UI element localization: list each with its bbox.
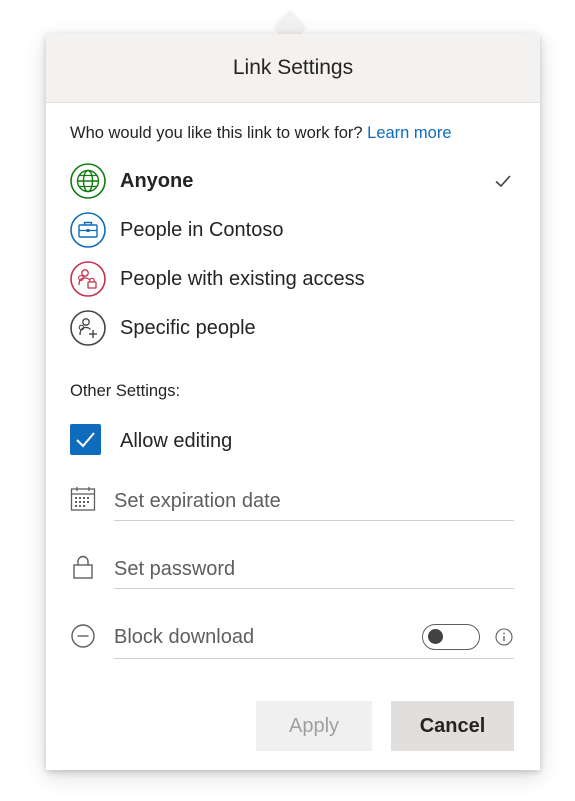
lock-icon <box>73 555 93 579</box>
people-lock-icon <box>70 261 106 297</box>
calendar-icon <box>70 487 96 511</box>
learn-more-link[interactable]: Learn more <box>367 124 451 142</box>
audience-prompt-text: Who would you like this link to work for… <box>70 124 363 142</box>
allow-editing-label: Allow editing <box>120 430 233 452</box>
option-existing-access-label: People with existing access <box>120 268 365 290</box>
people-add-icon <box>70 310 106 346</box>
option-anyone[interactable]: Anyone <box>70 162 516 200</box>
option-specific-people[interactable]: Specific people <box>70 309 516 347</box>
checkmark-icon <box>76 432 95 448</box>
block-icon <box>71 624 95 648</box>
option-people-in-org-label: People in Contoso <box>120 219 284 241</box>
globe-icon <box>70 163 106 199</box>
dialog-title: Link Settings <box>232 56 354 79</box>
checkbox-checked[interactable] <box>70 424 101 455</box>
allow-editing-checkbox[interactable]: Allow editing <box>70 424 370 458</box>
block-download-row: Block download <box>70 618 516 659</box>
apply-button[interactable]: Apply <box>256 701 372 751</box>
dialog-header: Link Settings <box>46 34 540 103</box>
expiration-date-input[interactable] <box>114 482 514 521</box>
briefcase-icon <box>70 212 106 248</box>
block-download-label: Block download <box>114 626 255 648</box>
cancel-button[interactable]: Cancel <box>391 701 514 751</box>
option-people-in-org[interactable]: People in Contoso <box>70 211 516 249</box>
checkmark-icon <box>495 175 511 188</box>
info-icon[interactable] <box>495 628 513 646</box>
option-anyone-label: Anyone <box>120 170 194 192</box>
option-specific-people-label: Specific people <box>120 317 256 339</box>
password-input[interactable] <box>114 550 514 589</box>
toggle-knob <box>428 629 443 644</box>
expiration-row <box>70 482 516 522</box>
other-settings-label: Other Settings: <box>70 382 181 400</box>
link-settings-dialog: Link Settings Who would you like this li… <box>46 34 540 770</box>
block-download-divider <box>114 658 514 659</box>
block-download-toggle[interactable] <box>422 624 480 650</box>
audience-prompt: Who would you like this link to work for… <box>70 124 452 143</box>
password-row <box>70 550 516 590</box>
option-existing-access[interactable]: People with existing access <box>70 260 516 298</box>
